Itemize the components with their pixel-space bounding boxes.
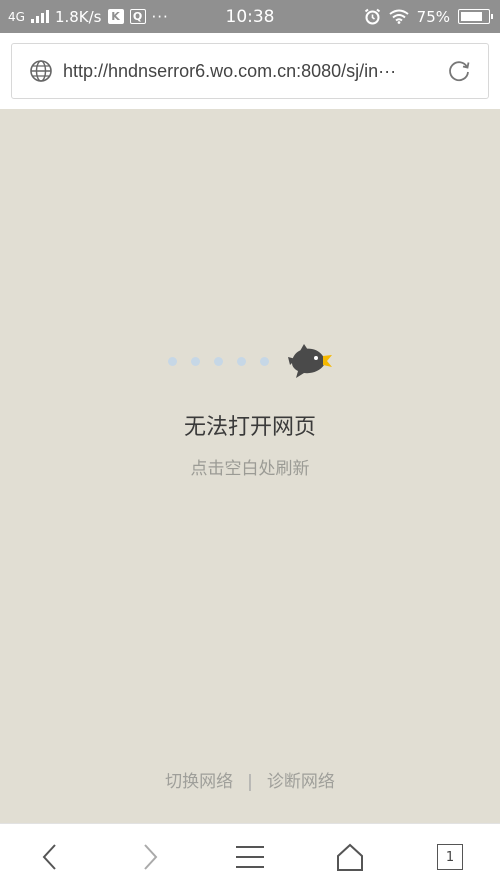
status-bar: 4G 1.8K/s K Q ··· 10:38 75%: [0, 0, 500, 33]
back-icon: [42, 844, 56, 870]
battery-percent: 75%: [416, 7, 450, 26]
progress-dot: [214, 357, 223, 366]
address-bar-area: http://hndnserror6.wo.com.cn:8080/sj/in·…: [0, 33, 500, 109]
error-page[interactable]: 无法打开网页 点击空白处刷新 切换网络 | 诊断网络: [0, 109, 500, 823]
home-icon: [337, 843, 363, 871]
menu-button[interactable]: [200, 824, 300, 889]
tap-to-refresh-hint: 点击空白处刷新: [190, 459, 310, 479]
switch-network-link[interactable]: 切换网络: [165, 772, 233, 792]
address-bar[interactable]: http://hndnserror6.wo.com.cn:8080/sj/in·…: [11, 43, 489, 99]
progress-dot: [260, 357, 269, 366]
diagnose-network-link[interactable]: 诊断网络: [267, 772, 335, 792]
error-title: 无法打开网页: [183, 415, 316, 440]
bottom-toolbar: 1: [0, 823, 500, 889]
alarm-icon: [364, 8, 380, 25]
forward-icon: [144, 844, 158, 870]
bird-icon: [288, 344, 332, 378]
tabs-button[interactable]: 1: [400, 824, 500, 889]
progress-dot: [191, 357, 200, 366]
home-button[interactable]: [300, 824, 400, 889]
refresh-icon[interactable]: [446, 58, 472, 84]
network-links: 切换网络 | 诊断网络: [0, 767, 500, 792]
menu-icon: [236, 846, 264, 868]
back-button[interactable]: [0, 824, 100, 889]
url-text[interactable]: http://hndnserror6.wo.com.cn:8080/sj/in·…: [63, 61, 436, 82]
network-speed: 1.8K/s: [54, 7, 102, 26]
wifi-icon: [389, 9, 409, 24]
signal-icon: [30, 10, 49, 23]
progress-dot: [237, 357, 246, 366]
tabs-icon: 1: [437, 844, 463, 870]
network-type: 4G: [8, 9, 25, 24]
globe-icon: [30, 60, 52, 82]
q-app-icon: Q: [129, 9, 146, 24]
link-separator: |: [247, 772, 253, 792]
status-right: 75%: [364, 8, 500, 26]
progress-dot: [168, 357, 177, 366]
forward-button[interactable]: [100, 824, 200, 889]
k-app-icon: K: [107, 9, 124, 24]
status-left: 4G 1.8K/s K Q ···: [0, 8, 364, 26]
loading-animation: [166, 341, 336, 381]
more-notifications-icon: ···: [151, 7, 169, 26]
battery-icon: [458, 9, 493, 24]
